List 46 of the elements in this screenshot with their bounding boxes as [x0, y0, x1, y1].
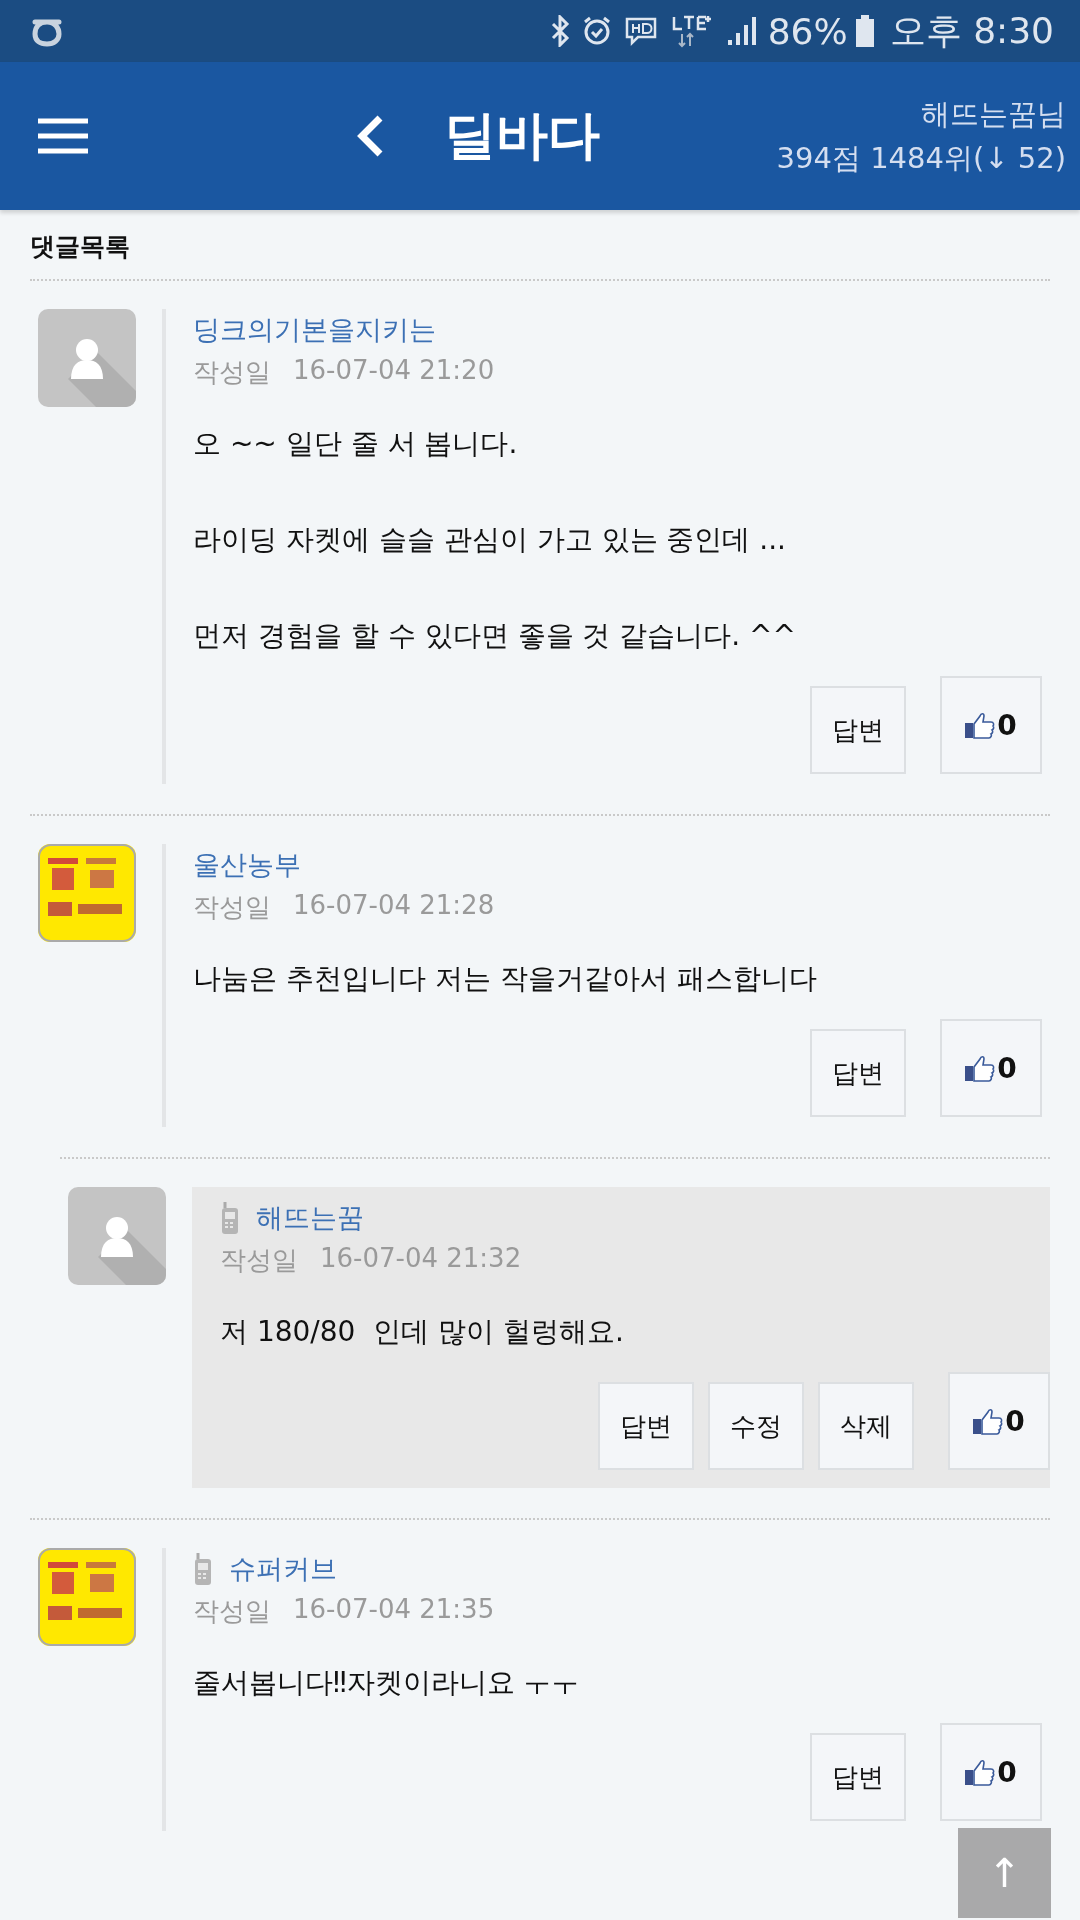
date-label: 작성일 [193, 1595, 271, 1628]
alarm-icon [581, 15, 612, 47]
bluetooth-icon [549, 15, 570, 47]
comment-action-button[interactable]: 삭제 [818, 1382, 914, 1470]
user-name: 해뜨는꿈님 [921, 96, 1066, 133]
comment-text: 저 180/80 인데 많이 헐렁해요. [220, 1314, 625, 1350]
author-name[interactable]: 울산농부 [193, 847, 301, 883]
comment-action-button[interactable]: 답변 [810, 1029, 906, 1117]
post-date: 16-07-04 21:32 [320, 1243, 522, 1275]
like-button[interactable]: 0 [940, 1723, 1042, 1821]
date-label: 작성일 [220, 1244, 298, 1277]
like-button[interactable]: 0 [948, 1372, 1050, 1470]
user-rank: 394점 1484위(↓ 52) [776, 140, 1066, 177]
comment-action-button[interactable]: 수정 [708, 1382, 804, 1470]
date-label: 작성일 [193, 356, 271, 389]
menu-button[interactable] [38, 118, 88, 154]
mobile-phone-icon [220, 1202, 240, 1234]
hd-icon [623, 16, 658, 46]
comment-action-button[interactable]: 답변 [598, 1382, 694, 1470]
comment-text: 나눔은 추천입니다 저는 작을거같아서 패스합니다 [193, 961, 818, 997]
comment-text: 오 ~~ 일단 줄 서 봅니다. [193, 426, 519, 462]
back-button[interactable] [356, 114, 384, 158]
author-name[interactable]: 딩크의기본을지키는 [193, 312, 436, 348]
battery-icon [855, 15, 874, 47]
battery-percent: 86% [767, 10, 848, 52]
status-time: 오후 8:30 [889, 8, 1054, 53]
like-button[interactable]: 0 [940, 1019, 1042, 1117]
app-title: 딜바다 [444, 104, 600, 167]
mobile-phone-icon [193, 1553, 213, 1585]
thumbs-up-icon [973, 1406, 1004, 1436]
comment-text: 줄서봅니다‼자켓이라니요 ㅜㅜ [193, 1665, 581, 1701]
section-title: 댓글목록 [30, 231, 130, 263]
comment-text: 먼저 경험을 할 수 있다면 좋을 것 같습니다. ^^ [193, 618, 798, 654]
date-label: 작성일 [193, 891, 271, 924]
like-button[interactable]: 0 [940, 676, 1042, 774]
post-date: 16-07-04 21:28 [293, 890, 495, 922]
post-date: 16-07-04 21:35 [293, 1594, 495, 1626]
comment-action-button[interactable]: 답변 [810, 686, 906, 774]
thumbs-up-icon [965, 710, 996, 740]
author-name[interactable]: 슈퍼커브 [229, 1551, 337, 1587]
author-name[interactable]: 해뜨는꿈 [256, 1200, 364, 1236]
post-date: 16-07-04 21:20 [293, 355, 495, 387]
thumbs-up-icon [965, 1053, 996, 1083]
comment-text: 라이딩 자켓에 슬슬 관심이 가고 있는 중인데 ... [193, 522, 787, 558]
thumbs-up-icon [965, 1757, 996, 1787]
comment-action-button[interactable]: 답변 [810, 1733, 906, 1821]
